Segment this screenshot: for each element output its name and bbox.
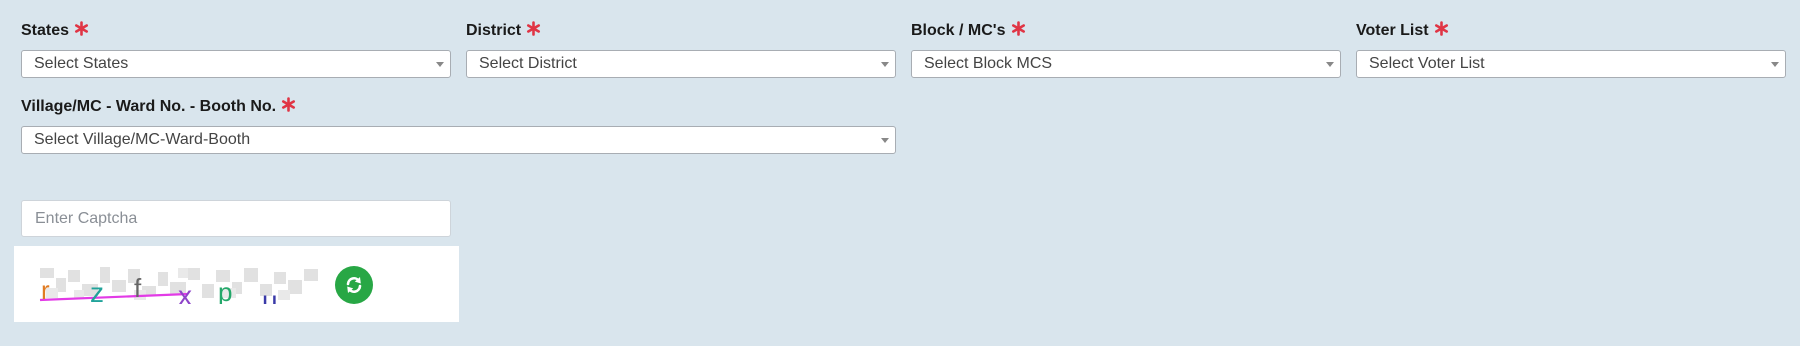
village-select[interactable]: Select Village/MC-Ward-Booth <box>21 126 896 154</box>
required-asterisk-icon <box>527 21 541 37</box>
svg-text:u: u <box>262 285 278 304</box>
captcha-panel: r z f x p u <box>14 246 459 322</box>
village-label: Village/MC - Ward No. - Booth No. <box>21 96 296 118</box>
required-asterisk-icon <box>1011 21 1025 37</box>
states-select[interactable]: Select States <box>21 50 451 78</box>
svg-text:p: p <box>218 277 232 304</box>
captcha-image: r z f x p u <box>39 267 318 304</box>
district-select[interactable]: Select District <box>466 50 896 78</box>
states-select-value: Select States <box>34 55 129 72</box>
chevron-down-icon <box>1771 62 1779 67</box>
svg-text:x: x <box>178 280 192 304</box>
voter-list-select[interactable]: Select Voter List <box>1356 50 1786 78</box>
states-label: States <box>21 20 89 42</box>
chevron-down-icon <box>1326 62 1334 67</box>
block-select-value: Select Block MCS <box>924 55 1053 72</box>
district-label: District <box>466 20 541 42</box>
refresh-icon <box>346 277 362 293</box>
voter-list-label: Voter List <box>1356 20 1449 42</box>
svg-text:r: r <box>41 275 50 304</box>
village-select-value: Select Village/MC-Ward-Booth <box>34 131 251 148</box>
captcha-input[interactable] <box>21 200 451 237</box>
refresh-captcha-button[interactable] <box>335 266 373 304</box>
required-asterisk-icon <box>1434 21 1448 37</box>
voter-list-select-value: Select Voter List <box>1369 55 1485 72</box>
chevron-down-icon <box>881 62 889 67</box>
chevron-down-icon <box>881 138 889 143</box>
district-select-value: Select District <box>479 55 577 72</box>
chevron-down-icon <box>436 62 444 67</box>
svg-text:f: f <box>134 273 142 303</box>
block-select[interactable]: Select Block MCS <box>911 50 1341 78</box>
required-asterisk-icon <box>75 21 89 37</box>
block-label: Block / MC's <box>911 20 1026 42</box>
required-asterisk-icon <box>282 97 296 113</box>
svg-text:z: z <box>90 277 104 304</box>
